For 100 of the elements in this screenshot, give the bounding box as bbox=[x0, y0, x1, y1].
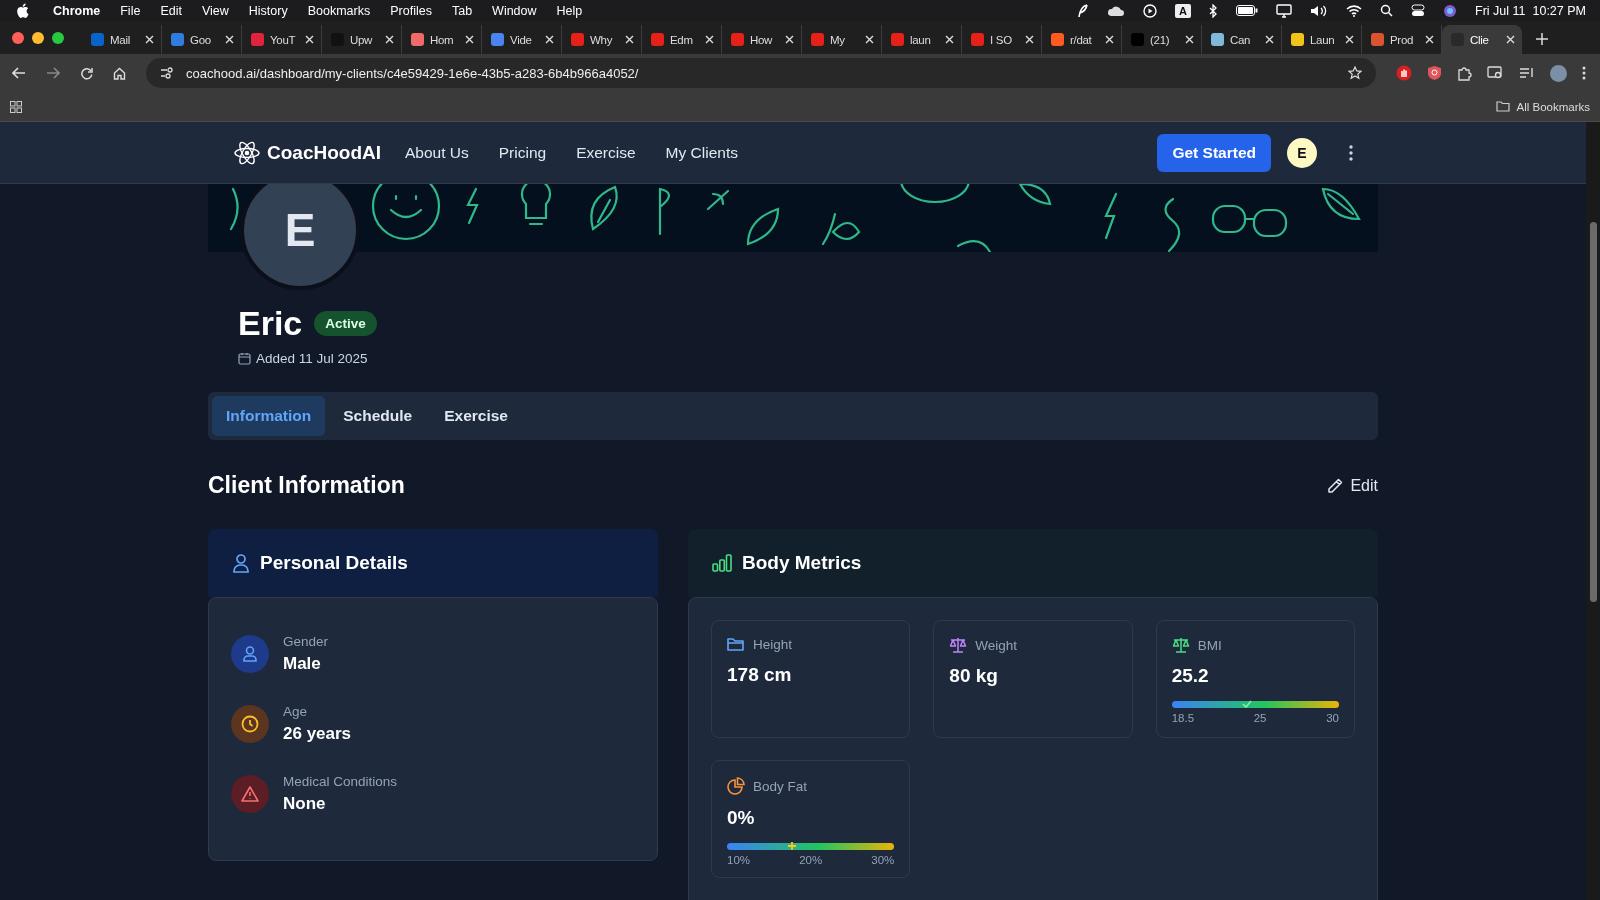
close-tab-icon[interactable] bbox=[385, 35, 394, 44]
close-tab-icon[interactable] bbox=[705, 35, 714, 44]
menu-app-name[interactable]: Chrome bbox=[53, 3, 101, 18]
zoom-window-icon[interactable] bbox=[52, 31, 64, 44]
close-tab-icon[interactable] bbox=[945, 35, 954, 44]
tab-title: Goo bbox=[190, 33, 212, 46]
menu-item[interactable]: Tab bbox=[451, 3, 473, 18]
menu-item[interactable]: View bbox=[201, 3, 229, 18]
close-tab-icon[interactable] bbox=[865, 35, 874, 44]
close-tab-icon[interactable] bbox=[1185, 35, 1194, 44]
address-bar[interactable]: coachood.ai/dashboard/my-clients/c4e59429-1e6e-43b5-a283-6b4b966a4052/ bbox=[146, 58, 1376, 88]
close-tab-icon[interactable] bbox=[545, 35, 554, 44]
close-tab-icon[interactable] bbox=[1345, 35, 1354, 44]
menu-item[interactable]: Bookmarks bbox=[307, 3, 371, 18]
page-tab[interactable]: Information bbox=[212, 396, 326, 436]
close-tab-icon[interactable] bbox=[785, 35, 794, 44]
close-tab-icon[interactable] bbox=[625, 35, 634, 44]
tab-title: Hom bbox=[430, 33, 455, 46]
field-value: None bbox=[283, 794, 327, 814]
cloud-icon[interactable] bbox=[1107, 4, 1126, 17]
apps-grid-icon[interactable] bbox=[10, 100, 22, 113]
volume-icon[interactable] bbox=[1310, 3, 1329, 18]
tab-title: Can bbox=[1230, 33, 1252, 46]
menu-item[interactable]: Edit bbox=[160, 3, 182, 18]
menu-item[interactable]: File bbox=[120, 3, 141, 18]
close-window-icon[interactable] bbox=[12, 31, 24, 44]
nav-link[interactable]: Pricing bbox=[498, 143, 547, 162]
tab-title: Laun bbox=[1310, 33, 1336, 46]
clock-icon bbox=[231, 705, 269, 743]
bluetooth-icon[interactable] bbox=[1209, 3, 1219, 18]
search-icon[interactable] bbox=[1380, 4, 1394, 17]
page-tab[interactable]: Schedule bbox=[329, 396, 427, 436]
wifi-icon[interactable] bbox=[1346, 4, 1363, 17]
more-options-icon[interactable] bbox=[1349, 144, 1353, 161]
control-center-icon[interactable] bbox=[1411, 4, 1426, 17]
warning-icon bbox=[231, 775, 269, 813]
user-avatar[interactable]: E bbox=[1287, 137, 1317, 168]
play-circle-icon[interactable] bbox=[1143, 3, 1158, 18]
close-tab-icon[interactable] bbox=[465, 35, 474, 44]
edit-button[interactable]: Edit bbox=[1326, 476, 1378, 495]
close-tab-icon[interactable] bbox=[1025, 35, 1034, 44]
scale-tick-label: 25 bbox=[1253, 712, 1267, 724]
display-icon[interactable] bbox=[1276, 3, 1293, 18]
shield-extension-icon[interactable] bbox=[1427, 65, 1442, 81]
card-title: Body Metrics bbox=[742, 552, 862, 574]
scale-tick-label: 18.5 bbox=[1171, 712, 1195, 724]
metric-value: 25.2 bbox=[1171, 665, 1210, 687]
field-value: Male bbox=[283, 654, 322, 674]
tab-search-icon[interactable] bbox=[1487, 66, 1504, 80]
hand-extension-icon[interactable] bbox=[1396, 65, 1412, 81]
profile-avatar[interactable] bbox=[1550, 64, 1567, 82]
close-tab-icon[interactable] bbox=[1506, 35, 1515, 44]
menu-item[interactable]: History bbox=[248, 3, 288, 18]
close-tab-icon[interactable] bbox=[225, 35, 234, 44]
menu-item[interactable]: Window bbox=[492, 3, 537, 18]
card-title: Personal Details bbox=[260, 552, 408, 574]
site-logo[interactable]: CoacHoodAI bbox=[233, 138, 381, 167]
menu-clock[interactable]: Fri Jul 11 10:27 PM bbox=[1475, 3, 1586, 18]
scale-tick-label: 10% bbox=[727, 854, 751, 866]
bookmark-star-icon[interactable] bbox=[1348, 66, 1362, 80]
calendar-icon bbox=[238, 352, 251, 365]
reload-icon[interactable] bbox=[80, 66, 93, 80]
close-tab-icon[interactable] bbox=[1105, 35, 1114, 44]
new-tab-icon[interactable] bbox=[1536, 33, 1548, 45]
more-options-icon[interactable] bbox=[1582, 66, 1586, 80]
all-bookmarks-button[interactable]: All Bookmarks bbox=[1495, 100, 1590, 113]
menu-item[interactable]: Profiles bbox=[390, 3, 432, 18]
scrollbar-thumb[interactable] bbox=[1589, 222, 1597, 602]
nav-link[interactable]: My Clients bbox=[665, 143, 738, 162]
person-icon bbox=[231, 635, 269, 673]
nav-link[interactable]: About Us bbox=[405, 143, 469, 162]
tab-title: laun bbox=[910, 33, 932, 46]
back-icon[interactable] bbox=[12, 67, 26, 79]
site-settings-icon[interactable] bbox=[160, 67, 174, 79]
tab-title: Vide bbox=[510, 33, 533, 46]
tab-title: How bbox=[750, 33, 774, 46]
close-tab-icon[interactable] bbox=[1425, 35, 1434, 44]
tab-title: Why bbox=[590, 33, 614, 46]
browser-tab[interactable]: Clie bbox=[1442, 25, 1522, 54]
siri-icon[interactable] bbox=[1443, 3, 1458, 18]
folder-icon bbox=[727, 637, 745, 652]
battery-icon[interactable] bbox=[1236, 5, 1259, 16]
close-tab-icon[interactable] bbox=[305, 35, 314, 44]
input-source-indicator[interactable]: A bbox=[1175, 3, 1192, 18]
reading-list-icon[interactable] bbox=[1519, 67, 1535, 79]
page-tab[interactable]: Exercise bbox=[430, 396, 522, 436]
apple-icon[interactable] bbox=[16, 3, 29, 18]
field-label: Gender bbox=[283, 634, 329, 649]
forward-icon[interactable] bbox=[46, 67, 60, 79]
close-tab-icon[interactable] bbox=[145, 35, 154, 44]
pie-chart-icon bbox=[727, 777, 745, 795]
minimize-window-icon[interactable] bbox=[32, 31, 44, 44]
extensions-icon[interactable] bbox=[1457, 65, 1472, 81]
get-started-button[interactable]: Get Started bbox=[1157, 133, 1271, 172]
close-tab-icon[interactable] bbox=[1265, 35, 1274, 44]
feather-icon[interactable] bbox=[1077, 3, 1090, 18]
home-icon[interactable] bbox=[113, 66, 126, 80]
nav-link[interactable]: Exercise bbox=[576, 143, 636, 162]
metric-label: Height bbox=[753, 637, 793, 652]
menu-item[interactable]: Help bbox=[556, 3, 583, 18]
